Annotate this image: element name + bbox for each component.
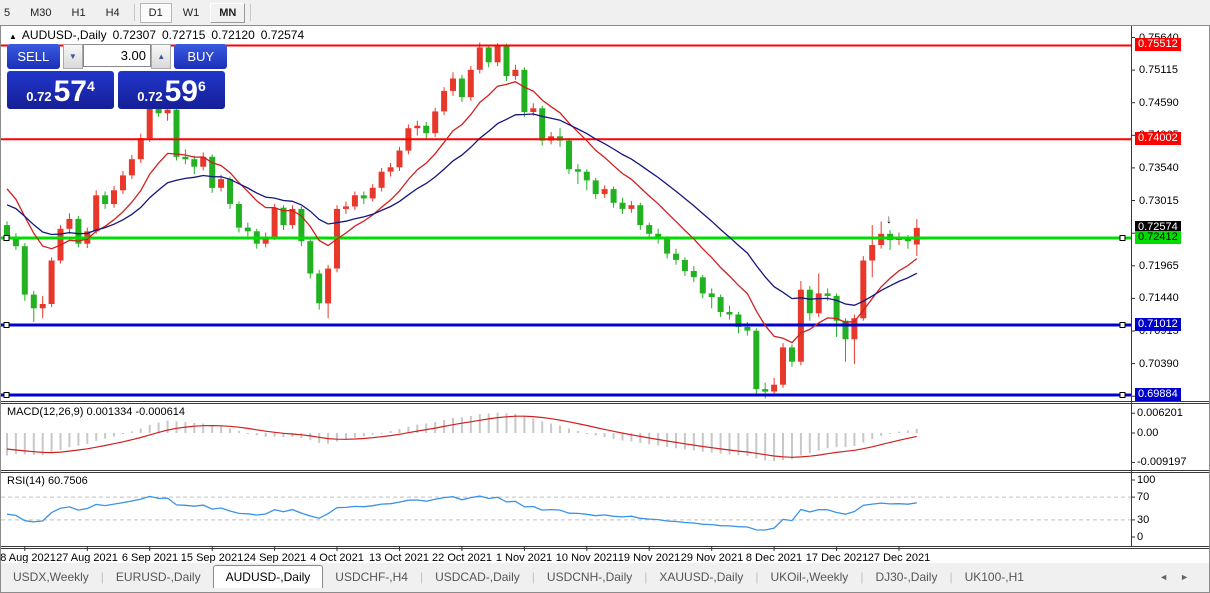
macd-indicator-label: MACD(12,26,9) 0.001334 -0.000614 [7,406,185,418]
tab-xauusd-daily[interactable]: XAUUSD-,Daily [647,566,755,588]
timeframe-toolbar: 5M30H1H4 D1W1MN [0,0,1210,26]
ma-fast-line [7,82,917,343]
tab-scroll-left-icon[interactable]: ◄ [1159,572,1168,582]
price-level-chip: 0.74002 [1135,132,1181,145]
price-scale-label: 0.73015 [1139,195,1179,207]
timeframe-button-5[interactable]: 5 [1,3,19,23]
chart-window: ▲AUDUSD-,Daily0.723070.727150.721200.725… [0,25,1210,593]
tab-scroll-arrows: ◄► [1147,572,1189,582]
level-handle [4,323,9,328]
sell-price-panel[interactable]: 0.72 57 4 [7,71,114,109]
rsi-indicator-label: RSI(14) 60.7506 [7,475,88,487]
chart-area[interactable]: ▲AUDUSD-,Daily0.723070.727150.721200.725… [1,26,1209,592]
sell-price-sup: 4 [87,78,95,94]
tab-usdx-weekly[interactable]: USDX,Weekly [1,566,101,588]
volume-increment-button[interactable]: ▲ [151,44,171,69]
timeframe-button-mn[interactable]: MN [210,3,245,23]
price-scale-label: 0.75115 [1139,64,1178,76]
level-handle [1120,323,1125,328]
price-level-chip: 0.71012 [1135,318,1181,331]
tab-usdcad-daily[interactable]: USDCAD-,Daily [423,566,532,588]
tab-dj30-daily[interactable]: DJ30-,Daily [863,566,949,588]
tab-usdcnh-daily[interactable]: USDCNH-,Daily [535,566,644,588]
rsi-scale-label: 70 [1137,491,1149,503]
ohlc-open: 0.72307 [113,28,156,42]
tab-usdchf-h4[interactable]: USDCHF-,H4 [323,566,420,588]
rsi-scale-label: 0 [1137,531,1143,543]
volume-decrement-button[interactable]: ▼ [63,44,83,69]
timeframe-button-w1[interactable]: W1 [174,3,209,23]
rsi-scale-label: 30 [1137,514,1149,526]
level-handle [1120,236,1125,241]
chart-ohlc-line: ▲ AUDUSD-,Daily 0.72307 0.72715 0.72120 0.725… [9,28,304,42]
tab-scroll-right-icon[interactable]: ► [1180,572,1189,582]
sell-price-prefix: 0.72 [26,89,51,104]
sell-price-big: 57 [54,77,87,107]
price-scale-label: 0.73540 [1139,162,1179,174]
price-level-chip: 0.72412 [1135,231,1181,244]
price-level-chip: 0.69884 [1135,388,1181,401]
rsi-scale-label: 100 [1137,474,1155,486]
ohlc-low: 0.72120 [211,28,254,42]
timeframe-button-h1[interactable]: H1 [63,3,95,23]
tab-ukoil-weekly[interactable]: UKOil-,Weekly [759,566,861,588]
macd-scale-label: 0.006201 [1137,407,1183,419]
toolbar-separator [250,4,251,21]
level-handle [1120,393,1125,398]
window-bottom-edge [1,588,1209,592]
timeframe-button-m30[interactable]: M30 [21,3,60,23]
buy-price-sup: 6 [198,78,206,94]
symbol-name: AUDUSD-,Daily [22,28,107,42]
macd-layer [6,413,918,462]
price-scale-label: 0.70390 [1139,358,1179,370]
ohlc-high: 0.72715 [162,28,205,42]
price-scale-label: 0.74590 [1139,97,1179,109]
timeframe-button-h4[interactable]: H4 [97,3,129,23]
chart-tab-bar: USDX,Weekly|EURUSD-,DailyAUDUSD-,DailyUS… [1,563,1209,588]
tab-uk100-h1[interactable]: UK100-,H1 [953,566,1036,588]
price-scale-label: 0.71440 [1139,292,1179,304]
price-chart-canvas[interactable] [1,26,1209,592]
rsi-line [7,496,917,530]
price-scale-label: 0.71965 [1139,260,1179,272]
tab-eurusd-daily[interactable]: EURUSD-,Daily [104,566,213,588]
collapse-arrow-icon[interactable]: ▲ [9,32,17,41]
sell-button[interactable]: SELL [7,44,60,69]
buy-price-prefix: 0.72 [137,89,162,104]
toolbar-separator [134,4,135,21]
timeframe-button-d1[interactable]: D1 [140,3,172,23]
price-level-chip: 0.75512 [1135,38,1181,51]
tab-audusd-daily[interactable]: AUDUSD-,Daily [213,565,324,588]
ohlc-close: 0.72574 [261,28,304,42]
macd-scale-label: 0.00 [1137,427,1158,439]
volume-input[interactable] [83,44,151,67]
buy-price-big: 59 [165,77,198,107]
level-handle [4,236,9,241]
macd-scale-label: -0.009197 [1137,456,1187,468]
arrow-down-marker: ↓ [886,212,892,226]
buy-price-panel[interactable]: 0.72 59 6 [118,71,225,109]
buy-button[interactable]: BUY [174,44,227,69]
level-handle [4,393,9,398]
one-click-trading-panel: SELL ▼ ▲ BUY 0.72 57 4 0.72 59 6 [7,44,227,109]
